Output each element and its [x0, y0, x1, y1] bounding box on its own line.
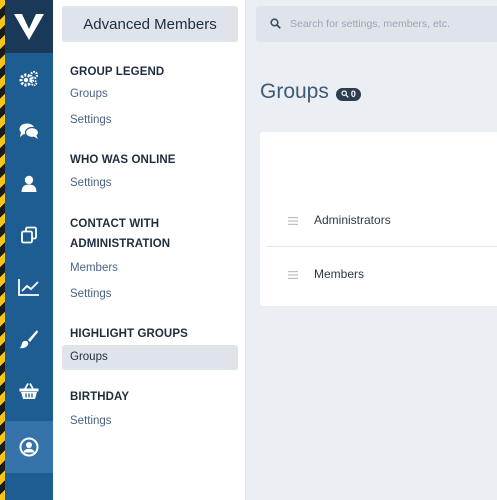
- brush-icon: [19, 330, 38, 349]
- subnav-link-settings[interactable]: Settings: [70, 112, 112, 128]
- chat-icon: [19, 123, 39, 139]
- section-heading-contact-line2: ADMINISTRATION: [70, 238, 171, 250]
- rail-item-shop[interactable]: [5, 365, 53, 417]
- section-heading-who-was-online: WHO WAS ONLINE: [70, 154, 176, 166]
- subnav-link-settings[interactable]: Settings: [70, 413, 112, 429]
- section-heading-birthday: BIRTHDAY: [70, 391, 130, 403]
- copy-icon: [21, 226, 37, 244]
- drag-handle-icon[interactable]: [288, 217, 298, 225]
- chart-icon: [18, 279, 39, 296]
- subnav-link-settings[interactable]: Settings: [70, 175, 112, 191]
- subnav-link-members[interactable]: Members: [70, 260, 118, 276]
- section-heading-group-legend: GROUP LEGEND: [70, 66, 165, 78]
- subnav-link-settings[interactable]: Settings: [70, 286, 112, 302]
- page-title: Groups 0: [260, 80, 361, 104]
- count-badge: 0: [335, 87, 361, 101]
- rail-item-users[interactable]: [5, 157, 53, 209]
- search-icon: [341, 90, 349, 98]
- section-heading-contact-line1: CONTACT WITH: [70, 218, 160, 230]
- logo[interactable]: [5, 0, 53, 53]
- basket-icon: [19, 383, 39, 399]
- rail-item-options[interactable]: [5, 53, 53, 105]
- rail-item-appearance[interactable]: [5, 313, 53, 365]
- list-item-label[interactable]: Members: [314, 248, 364, 301]
- list-item[interactable]: Administrators: [266, 194, 497, 247]
- user-icon: [21, 175, 37, 192]
- gears-icon: [19, 70, 39, 87]
- search-input[interactable]: [290, 6, 497, 42]
- section-heading-highlight-groups: HIGHLIGHT GROUPS: [70, 328, 188, 340]
- icon-rail: [0, 0, 53, 500]
- rail-item-content[interactable]: [5, 209, 53, 261]
- logo-icon: [14, 13, 44, 40]
- subnav-link-groups-active[interactable]: Groups: [62, 345, 238, 370]
- sub-navigation: Advanced Members GROUP LEGEND Groups Set…: [53, 0, 246, 500]
- subnav-title[interactable]: Advanced Members: [62, 6, 238, 42]
- search-bar: [256, 6, 497, 42]
- rail-item-members[interactable]: [5, 421, 53, 473]
- user-circle-icon: [19, 437, 39, 457]
- rail-item-statistics[interactable]: [5, 261, 53, 313]
- groups-panel: Administrators Members: [260, 132, 497, 306]
- list-item[interactable]: Members: [266, 248, 497, 301]
- count-value: 0: [350, 88, 356, 99]
- page-title-text: Groups: [260, 80, 329, 103]
- search-icon: [270, 18, 281, 29]
- rail-item-communication[interactable]: [5, 105, 53, 157]
- drag-handle-icon[interactable]: [288, 271, 298, 279]
- subnav-link-groups[interactable]: Groups: [70, 86, 108, 102]
- list-item-label[interactable]: Administrators: [314, 194, 391, 247]
